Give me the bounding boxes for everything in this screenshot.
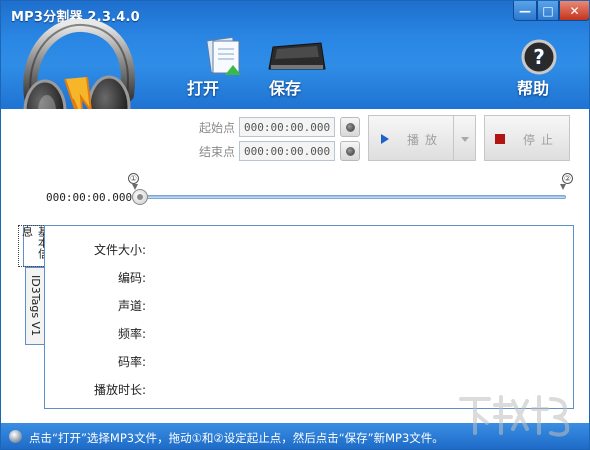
end-point-label: 结束点 — [199, 145, 236, 159]
save-disk-icon — [268, 42, 326, 70]
watermark-logo-icon — [459, 395, 570, 437]
close-button[interactable]: ✕ — [559, 1, 589, 21]
record-dot-icon — [345, 122, 355, 132]
open-button[interactable]: 打开 — [187, 35, 247, 98]
set-end-button[interactable] — [340, 141, 360, 161]
app-window: MP3分割器 2.3.4.0 — □ ✕ 打开 保存 ? 帮助 起始点 000:… — [0, 0, 590, 450]
end-point-input[interactable]: 000:00:00.000 — [239, 141, 335, 161]
play-icon — [381, 134, 389, 144]
tab-basic-info[interactable]: 基本信息 — [17, 225, 52, 267]
save-button[interactable]: 保存 — [263, 41, 333, 98]
chevron-down-icon — [461, 137, 469, 142]
status-text: 点击“打开”选择MP3文件，拖动①和②设定起止点，然后点击“保存”新MP3文件。 — [29, 431, 444, 445]
save-label: 保存 — [269, 79, 302, 98]
main-area: 起始点 000:00:00.000 结束点 000:00:00.000 播放 停… — [2, 109, 588, 423]
stop-button[interactable]: 停止 — [484, 115, 570, 161]
codec-label: 编码: — [117, 271, 146, 285]
set-start-button[interactable] — [340, 117, 360, 137]
record-dot-icon — [345, 146, 355, 156]
open-file-icon — [206, 36, 241, 75]
marker-pin-icon — [560, 184, 566, 190]
file-size-label: 文件大小: — [93, 243, 146, 257]
seek-track[interactable] — [140, 195, 566, 199]
help-label: 帮助 — [517, 79, 550, 98]
current-time-readout: 000:00:00.000 — [46, 191, 133, 204]
info-icon — [9, 430, 22, 443]
start-point-input[interactable]: 000:00:00.000 — [239, 117, 335, 137]
duration-label: 播放时长: — [93, 383, 146, 397]
open-label: 打开 — [187, 79, 220, 98]
end-marker[interactable]: ② — [560, 173, 573, 190]
play-label: 播放 — [407, 133, 444, 147]
start-marker[interactable]: ① — [128, 173, 139, 190]
play-dropdown-button[interactable] — [454, 115, 476, 161]
play-button[interactable]: 播放 — [368, 115, 454, 161]
stop-label: 停止 — [523, 133, 560, 147]
bitrate-label: 码率: — [117, 355, 146, 369]
frequency-label: 频率: — [117, 327, 146, 341]
stop-icon — [495, 134, 505, 144]
seek-thumb[interactable] — [132, 189, 148, 205]
tab-id3tags[interactable]: ID3Tags V1 — [25, 267, 45, 345]
help-question-icon: ? — [521, 39, 557, 75]
header-toolbar: MP3分割器 2.3.4.0 — □ ✕ 打开 保存 ? 帮助 — [1, 1, 589, 143]
start-point-label: 起始点 — [199, 121, 236, 135]
help-button[interactable]: ? 帮助 — [513, 39, 569, 99]
channels-label: 声道: — [117, 299, 146, 313]
maximize-button[interactable]: □ — [537, 1, 559, 21]
minimize-button[interactable]: — — [513, 1, 537, 21]
svg-text:?: ? — [533, 45, 545, 69]
